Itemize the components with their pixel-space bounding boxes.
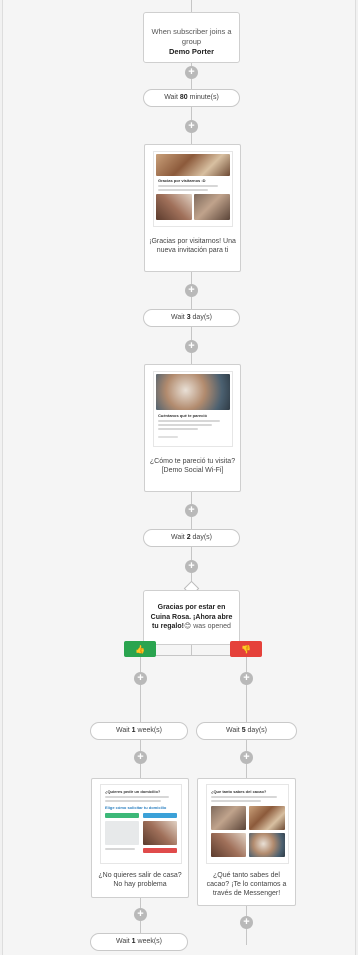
email-image (211, 806, 246, 830)
wait-step-5-days[interactable]: Wait 5 day(s) (196, 722, 297, 740)
map-image (105, 821, 139, 845)
add-step-icon[interactable]: + (240, 916, 253, 929)
trigger-card[interactable]: When subscriber joins a group Demo Porte… (143, 12, 240, 63)
wait-prefix: Wait (171, 314, 187, 321)
text-line (105, 848, 135, 850)
trigger-label: When subscriber joins a group (151, 27, 232, 46)
add-step-icon[interactable]: + (185, 340, 198, 353)
wait-suffix: day(s) (190, 314, 212, 321)
email-button (143, 848, 177, 853)
workflow-canvas: When subscriber joins a group Demo Porte… (2, 0, 356, 955)
email-heading: Gracias por visitarnos :D (158, 178, 206, 183)
add-step-icon[interactable]: + (185, 504, 198, 517)
email-thumbnail: ¿Quieres pedir un domicilio? Elige cómo … (100, 784, 182, 864)
email-image (143, 821, 177, 845)
wait-suffix: week(s) (135, 938, 163, 945)
email-heading: ¿Quieres pedir un domicilio? (105, 789, 161, 794)
text-line (158, 420, 220, 422)
email-thumbnail: Cuéntanos qué te pareció (153, 371, 233, 447)
email-step-gracias[interactable]: Gracias por visitarnos :D ¡Gracias por v… (144, 144, 241, 272)
email-image (249, 833, 285, 857)
trigger-group-name: Demo Porter (168, 47, 214, 56)
no-branch-badge[interactable]: 👎 (230, 641, 262, 657)
thumbs-up-icon: 👍 (135, 645, 145, 654)
wait-prefix: Wait (115, 727, 132, 734)
email-subject: ¿No quieres salir de casa? No hay proble… (98, 872, 182, 888)
add-step-icon[interactable]: + (240, 672, 253, 685)
email-header-image (156, 154, 230, 176)
email-heading: ¿Que tanto sabes del cacao? (211, 789, 267, 794)
text-line (158, 424, 212, 426)
text-line (105, 796, 169, 798)
email-header-image (156, 374, 230, 410)
wait-value: 80 (179, 94, 188, 101)
connector (191, 0, 192, 12)
email-thumbnail: Gracias por visitarnos :D (153, 151, 233, 227)
email-subject: ¿Cómo te pareció tu visita? [Demo Social… (149, 458, 236, 474)
condition-card[interactable]: Gracias por estar en Cuina Rosa. ¡Ahora … (143, 590, 240, 645)
text-line (211, 796, 277, 798)
add-step-icon[interactable]: + (185, 560, 198, 573)
text-line (158, 436, 178, 438)
wait-suffix: week(s) (135, 727, 163, 734)
thumbs-down-icon: 👎 (241, 645, 251, 654)
add-step-icon[interactable]: + (134, 751, 147, 764)
condition-suffix: was opened (191, 623, 231, 630)
email-heading: Cuéntanos qué te pareció (158, 413, 207, 418)
trigger-text: When subscriber joins a group Demo Porte… (144, 13, 239, 57)
add-step-icon[interactable]: + (185, 66, 198, 79)
email-image (211, 833, 246, 857)
email-image (249, 806, 285, 830)
email-step-como-te-parecio[interactable]: Cuéntanos qué te pareció ¿Cómo te pareci… (144, 364, 241, 492)
email-button (143, 813, 177, 818)
wait-suffix: day(s) (245, 727, 267, 734)
text-line (158, 428, 198, 430)
connector (191, 645, 192, 655)
wait-prefix: Wait (164, 94, 180, 101)
email-image (156, 194, 192, 220)
wait-step-2-days[interactable]: Wait 2 day(s) (143, 529, 240, 547)
text-line (158, 185, 218, 187)
email-step-no-quieres-salir[interactable]: ¿Quieres pedir un domicilio? Elige cómo … (91, 778, 189, 898)
yes-branch-badge[interactable]: 👍 (124, 641, 156, 657)
wait-prefix: Wait (226, 727, 242, 734)
add-step-icon[interactable]: + (240, 751, 253, 764)
email-image (194, 194, 230, 220)
email-subheading: Elige cómo solicitar tu domicilio (105, 805, 167, 810)
email-button (105, 813, 139, 818)
wait-step-3-days[interactable]: Wait 3 day(s) (143, 309, 240, 327)
text-line (211, 800, 261, 802)
text-line (105, 800, 161, 802)
add-step-icon[interactable]: + (134, 908, 147, 921)
condition-text: Gracias por estar en Cuina Rosa. ¡Ahora … (144, 591, 239, 632)
add-step-icon[interactable]: + (185, 120, 198, 133)
wait-step-1-week[interactable]: Wait 1 week(s) (90, 722, 188, 740)
add-step-icon[interactable]: + (185, 284, 198, 297)
email-thumbnail: ¿Que tanto sabes del cacao? (206, 784, 289, 864)
wait-prefix: Wait (115, 938, 132, 945)
email-subject: ¿Qué tanto sabes del cacao? ¡Te lo conta… (206, 872, 287, 897)
wait-step-80-minutes[interactable]: Wait 80 minute(s) (143, 89, 240, 107)
add-step-icon[interactable]: + (134, 672, 147, 685)
email-step-que-tanto-sabes[interactable]: ¿Que tanto sabes del cacao? ¿Qué tanto s… (197, 778, 296, 906)
wait-step-1-week-2[interactable]: Wait 1 week(s) (90, 933, 188, 951)
text-line (158, 189, 208, 191)
wait-suffix: minute(s) (187, 94, 219, 101)
wait-suffix: day(s) (190, 534, 212, 541)
wait-prefix: Wait (171, 534, 187, 541)
email-subject: ¡Gracias por visitarnos! Una nueva invit… (149, 238, 236, 254)
